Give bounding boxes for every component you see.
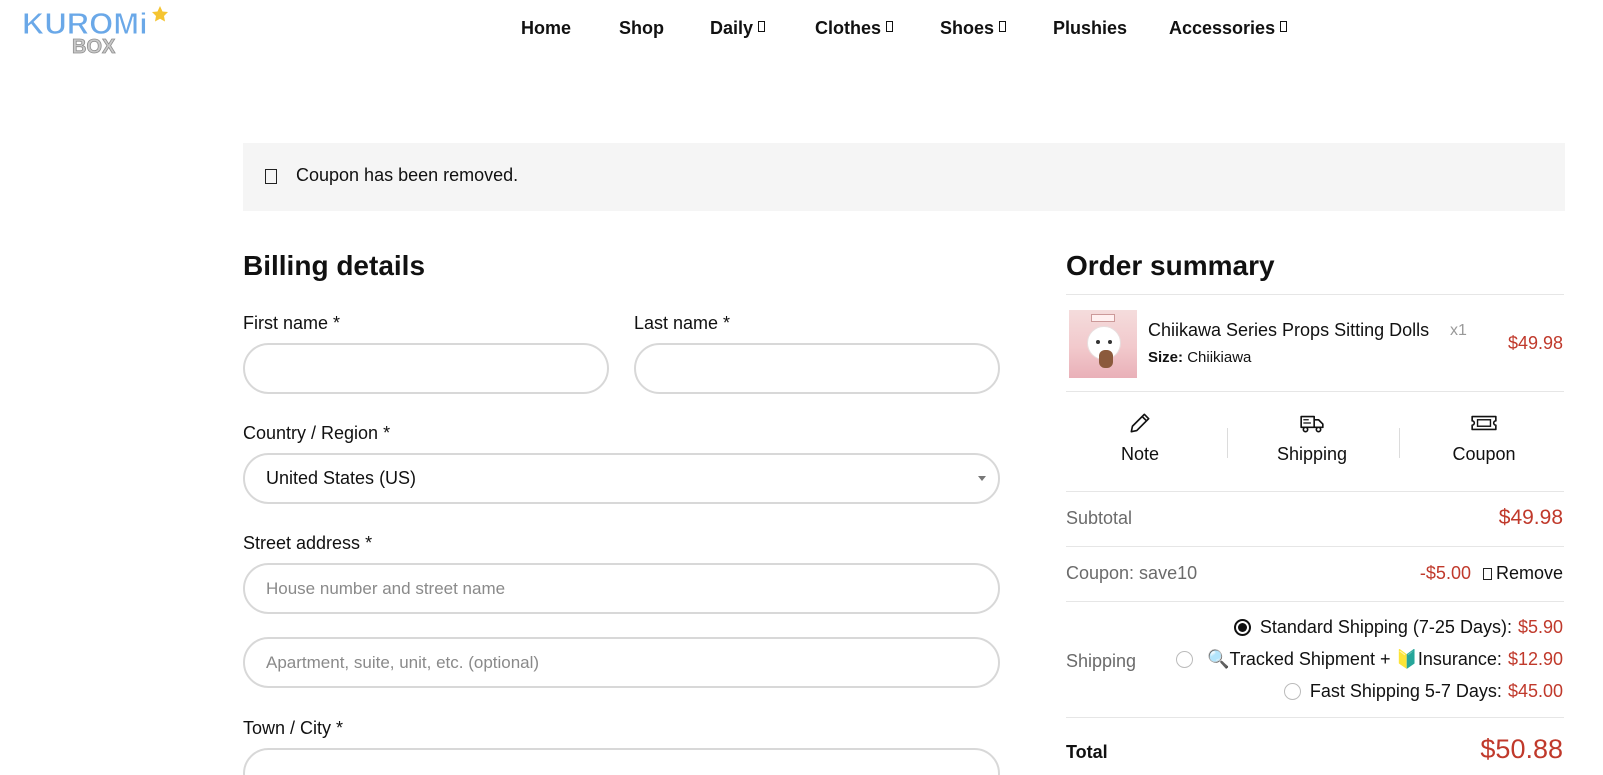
first-name-label: First name * [243, 313, 341, 333]
total-value: $50.88 [1480, 734, 1563, 764]
doll-eye [1096, 340, 1100, 344]
note-label: Note [1120, 444, 1160, 464]
ticket-icon [1471, 415, 1497, 431]
main-nav: Home Shop Daily Clothes Shoes Plushies A… [0, 18, 1603, 44]
shipping-option-label: Fast Shipping 5-7 Days: [1309, 681, 1502, 701]
street-address-2-input[interactable] [243, 637, 1000, 688]
variant-key: Size: [1148, 349, 1184, 366]
shipping-option-price: $45.00 [1507, 681, 1563, 701]
shipping-option-price: $12.90 [1507, 649, 1563, 669]
coupon-action-label: Coupon [1452, 444, 1516, 464]
divider [1066, 601, 1564, 602]
coupon-notice: Coupon has been removed. [243, 143, 1565, 211]
shipping-option-price: $5.90 [1517, 617, 1563, 637]
coupon-row-value: -$5.00 Remove [1420, 563, 1563, 584]
shipping-option-label: Standard Shipping (7-25 Days): [1259, 617, 1512, 637]
remove-coupon-link[interactable]: Remove [1496, 563, 1563, 583]
product-name[interactable]: Chiikawa Series Props Sitting Dolls [1148, 320, 1429, 341]
nav-label: Daily [710, 18, 754, 38]
shipping-radio[interactable] [1233, 619, 1251, 636]
shipping-radio[interactable] [1176, 651, 1194, 668]
subtotal-label: Subtotal [1066, 508, 1133, 528]
nav-item-clothes[interactable]: Clothes [815, 18, 894, 39]
notice-message: Coupon has been removed. [296, 165, 519, 185]
shipping-label: Shipping [1066, 651, 1137, 671]
country-select[interactable]: United States (US) [243, 453, 1000, 504]
product-variant: Size: Chiikiawa [1148, 349, 1251, 366]
nav-label: Plushies [1053, 18, 1128, 38]
coupon-discount: -$5.00 [1419, 563, 1471, 583]
dropdown-icon [886, 21, 894, 32]
country-label: Country / Region * [243, 423, 391, 443]
nav-item-accessories[interactable]: Accessories [1169, 18, 1288, 39]
dropdown-icon [999, 21, 1007, 32]
nav-item-home[interactable]: Home [521, 18, 571, 39]
nav-label: Shoes [940, 18, 995, 38]
shipping-button[interactable]: Shipping [1227, 410, 1397, 465]
product-qty: x1 [1450, 322, 1467, 339]
shipping-radio[interactable] [1283, 683, 1301, 700]
coupon-button[interactable]: Coupon [1399, 410, 1569, 465]
last-name-label: Last name * [634, 313, 731, 333]
truck-icon [1300, 415, 1324, 433]
nav-label: Accessories [1169, 18, 1276, 38]
nav-item-shop[interactable]: Shop [619, 18, 664, 39]
dropdown-icon [1280, 21, 1288, 32]
variant-value: Chiikiawa [1187, 349, 1252, 366]
coupon-label: Coupon: save10 [1066, 563, 1198, 583]
first-name-input[interactable] [243, 343, 609, 394]
nav-item-daily[interactable]: Daily [710, 18, 766, 39]
billing-title: Billing details [243, 250, 426, 281]
product-thumbnail[interactable] [1069, 310, 1137, 378]
total-label: Total [1066, 742, 1108, 762]
note-button[interactable]: Note [1055, 410, 1225, 465]
divider [1066, 491, 1564, 492]
nav-item-plushies[interactable]: Plushies [1053, 18, 1127, 39]
divider [1066, 391, 1564, 392]
shipping-option-standard[interactable]: Standard Shipping (7-25 Days): $5.90 [1233, 617, 1563, 638]
shipping-option-label: 🔍Tracked Shipment + 🔰Insurance: [1207, 649, 1502, 669]
doll-eye [1108, 340, 1112, 344]
pencil-icon [1130, 413, 1150, 433]
shipping-action-label: Shipping [1276, 444, 1348, 464]
country-value: United States (US) [266, 468, 417, 488]
nav-label: Clothes [815, 18, 882, 38]
city-label: Town / City * [243, 718, 344, 738]
remove-icon [1482, 568, 1492, 580]
product-price: $49.98 [1507, 333, 1563, 353]
divider [1066, 717, 1564, 718]
city-input[interactable] [243, 748, 1000, 775]
shipping-option-tracked[interactable]: 🔍Tracked Shipment + 🔰Insurance: $12.90 [1176, 649, 1563, 670]
chevron-down-icon [978, 476, 986, 481]
nav-label: Shop [619, 18, 664, 38]
order-summary-title: Order summary [1066, 250, 1275, 281]
nav-label: Home [521, 18, 572, 38]
notice-icon [265, 169, 277, 184]
shipping-option-fast[interactable]: Fast Shipping 5-7 Days: $45.00 [1283, 681, 1563, 702]
street-label: Street address * [243, 533, 373, 553]
subtotal-value: $49.98 [1498, 506, 1563, 529]
bear-figure [1099, 350, 1113, 368]
divider [1066, 546, 1564, 547]
street-address-input[interactable] [243, 563, 1000, 614]
divider [1066, 294, 1564, 295]
dropdown-icon [758, 21, 766, 32]
nav-item-shoes[interactable]: Shoes [940, 18, 1007, 39]
last-name-input[interactable] [634, 343, 1000, 394]
product-tag [1091, 314, 1115, 322]
